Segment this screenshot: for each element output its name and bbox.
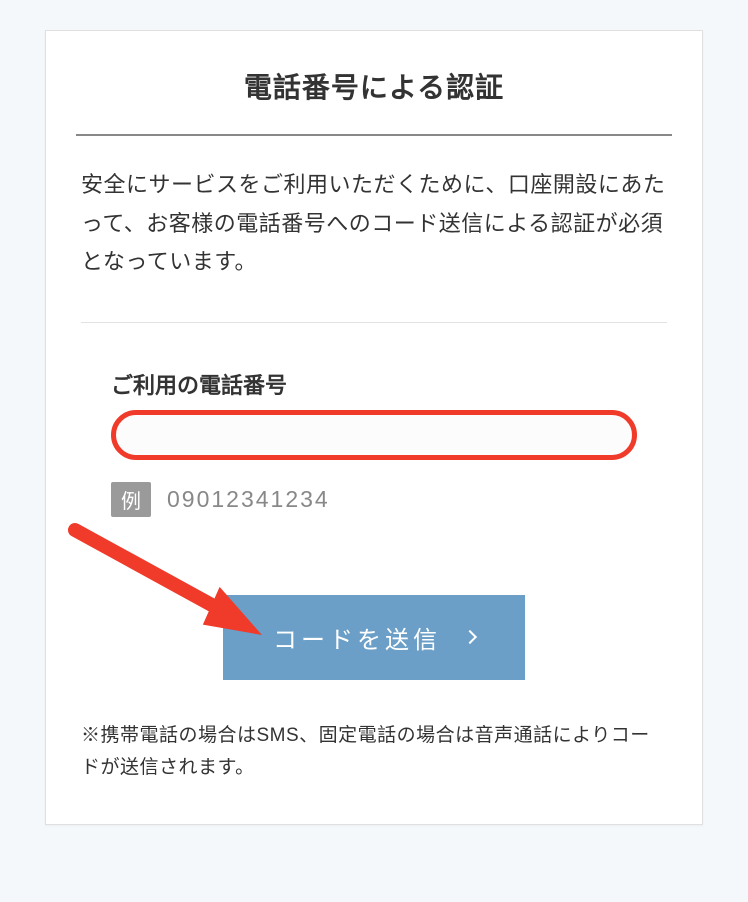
phone-verification-card: 電話番号による認証 安全にサービスをご利用いただくために、口座開設にあたって、お… [45, 30, 703, 825]
card-title: 電話番号による認証 [76, 31, 672, 136]
chevron-right-icon [463, 630, 477, 644]
phone-input[interactable] [111, 410, 637, 460]
example-text: 09012341234 [167, 486, 330, 513]
button-container: コードを送信 [111, 595, 637, 680]
description-text: 安全にサービスをご利用いただくために、口座開設にあたって、お客様の電話番号へのコ… [81, 166, 667, 282]
example-row: 例 09012341234 [111, 482, 637, 517]
footer-note: ※携帯電話の場合はSMS、固定電話の場合は音声通話によりコードが送信されます。 [81, 720, 667, 785]
phone-label: ご利用の電話番号 [111, 368, 637, 400]
send-button-label: コードを送信 [273, 620, 441, 655]
send-code-button[interactable]: コードを送信 [223, 595, 525, 680]
example-badge: 例 [111, 482, 151, 517]
card-body: 安全にサービスをご利用いただくために、口座開設にあたって、お客様の電話番号へのコ… [46, 136, 702, 824]
phone-form-group: ご利用の電話番号 例 09012341234 コードを送信 [81, 322, 667, 680]
